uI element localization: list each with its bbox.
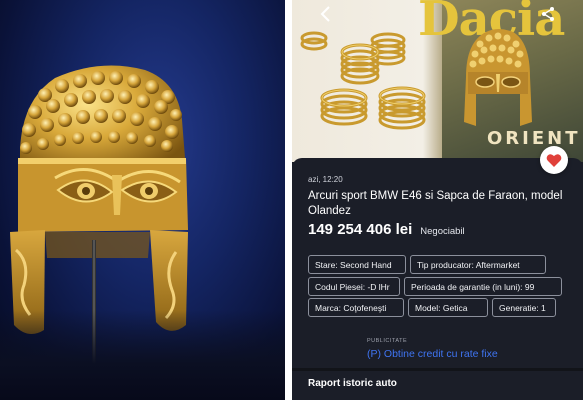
listing-screen: Dacia ORIENT azi, 12:20 Arcuri sport BMW…: [292, 0, 583, 400]
attribute-chip-model[interactable]: Model: Getica: [408, 298, 488, 317]
floor-shadow: [0, 310, 285, 400]
chevron-left-icon[interactable]: [316, 4, 336, 24]
attribute-chip-generation[interactable]: Generatie: 1: [492, 298, 556, 317]
attribute-chip-part-code[interactable]: Codul Piesei: -D lHr: [308, 277, 400, 296]
attribute-chip-warranty[interactable]: Perioada de garantie (in luni): 99: [404, 277, 562, 296]
magazine-helmet-image: [464, 29, 532, 126]
share-icon[interactable]: [540, 6, 556, 22]
attribute-chip-producer-type[interactable]: Tip producator: Aftermarket: [410, 255, 546, 274]
attribute-chip-brand[interactable]: Marca: Coţofeneşti: [308, 298, 404, 317]
listing-hero-image[interactable]: Dacia ORIENT: [292, 0, 583, 162]
section-divider: [292, 368, 583, 371]
favorite-button[interactable]: [540, 146, 568, 174]
posted-date: azi, 12:20: [308, 175, 343, 184]
attribute-chip-condition[interactable]: Stare: Second Hand: [308, 255, 406, 274]
golden-helmet-photo: [0, 0, 285, 400]
ad-label: PUBLICITATE: [367, 338, 408, 344]
credit-offer-link[interactable]: (P) Obtine credit cu rate fixe: [367, 348, 498, 360]
negotiable-label: Negociabil: [420, 226, 465, 237]
vehicle-history-heading: Raport istoric auto: [308, 378, 397, 389]
magazine-subtitle: ORIENT: [487, 128, 581, 149]
price-row: 149 254 406 lei Negociabil: [308, 221, 465, 238]
heart-icon: [546, 153, 562, 167]
listing-price: 149 254 406 lei: [308, 221, 413, 238]
listing-title: Arcuri sport BMW E46 si Sapca de Faraon,…: [308, 190, 563, 217]
